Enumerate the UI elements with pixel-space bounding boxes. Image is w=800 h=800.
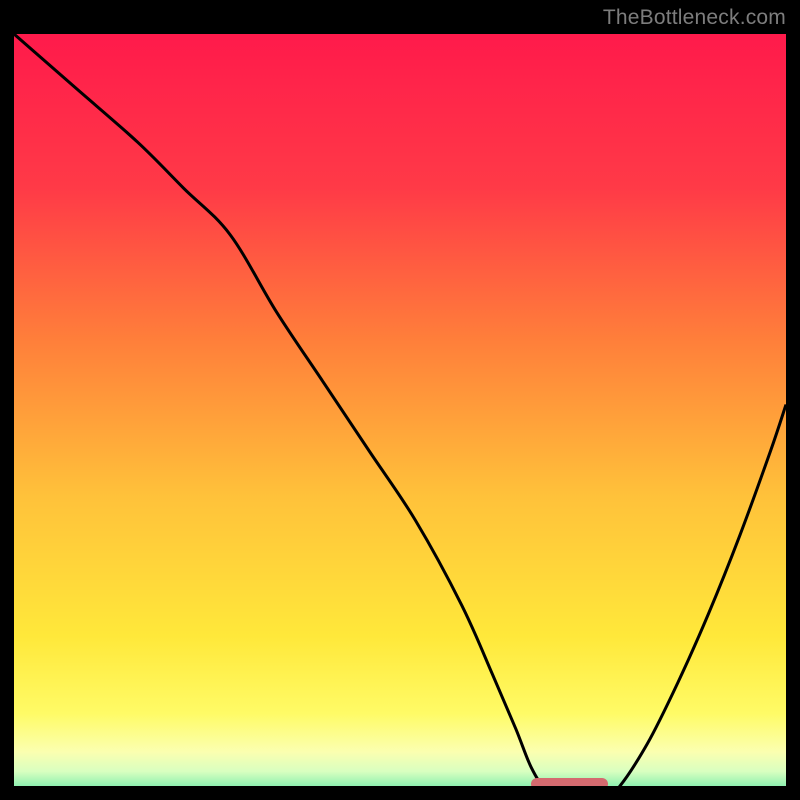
plot-area — [14, 34, 786, 786]
bottleneck-curve — [14, 34, 786, 786]
chart-frame — [10, 30, 790, 790]
sweet-spot-marker — [531, 778, 608, 786]
watermark-text: TheBottleneck.com — [603, 6, 786, 30]
